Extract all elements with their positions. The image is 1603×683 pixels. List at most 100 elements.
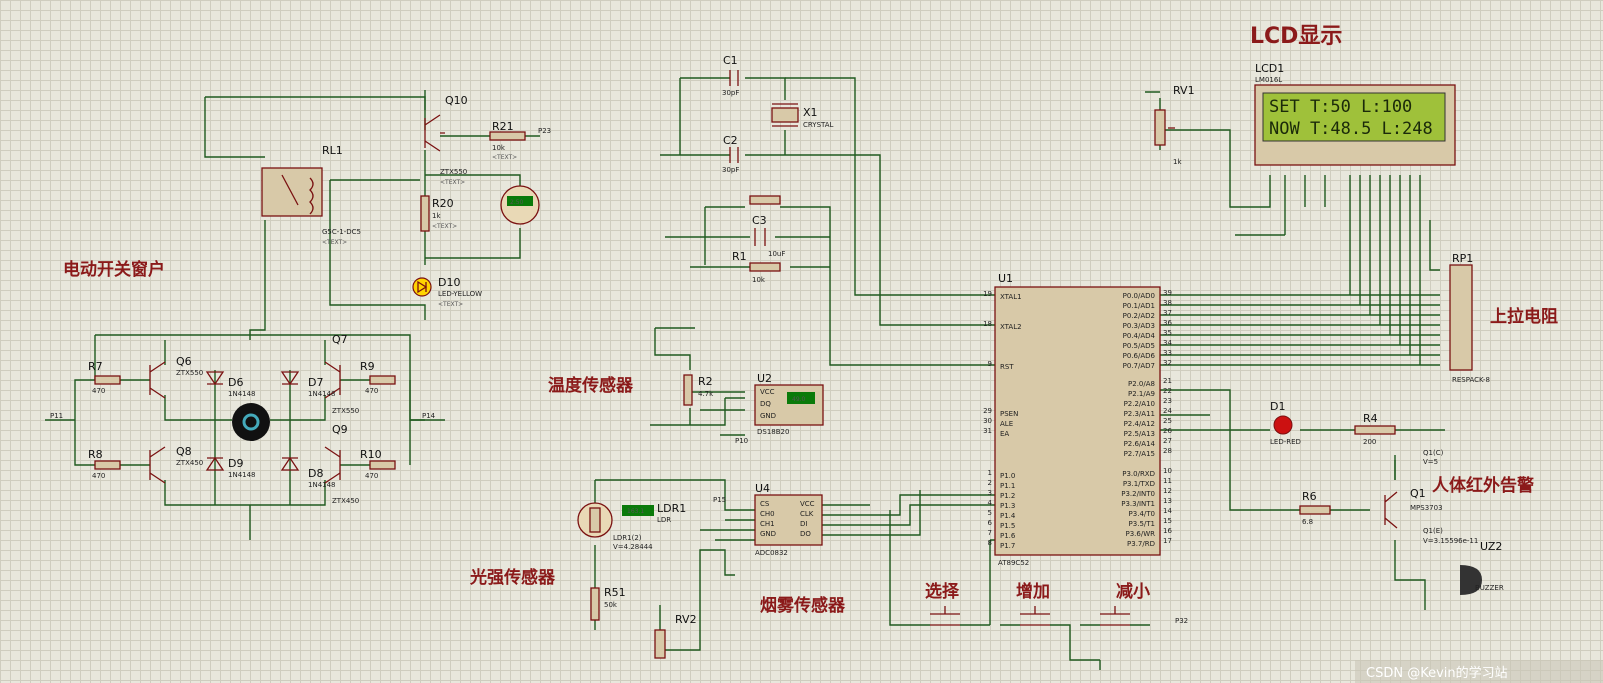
- lcd-ref: LCD1: [1255, 62, 1284, 75]
- q1-label: Q1: [1410, 487, 1426, 500]
- mcu-pin-label-left: EA: [1000, 430, 1009, 438]
- r21-value: 10k: [492, 144, 506, 152]
- u2-label: U2: [757, 372, 772, 385]
- decrease-button[interactable]: [1100, 606, 1130, 626]
- r51-value: 50k: [604, 601, 618, 609]
- button-group: P32: [930, 606, 1188, 626]
- mcu-pin-number-right: 23: [1163, 397, 1172, 405]
- r8-label: R8: [88, 448, 103, 461]
- wires: [45, 77, 1445, 670]
- led-d10: D10 LED-YELLOW <TEXT>: [412, 276, 482, 308]
- d9-part: 1N4148: [228, 471, 256, 479]
- mcu-pin-number-left: 5: [988, 509, 992, 517]
- d1-part: LED-RED: [1270, 438, 1301, 446]
- q10-part: ZTX550: [440, 168, 467, 176]
- q1e-probe: Q1(E): [1423, 527, 1443, 535]
- mcu-pin-number-right: 11: [1163, 477, 1172, 485]
- title-temp: 温度传感器: [548, 375, 634, 396]
- rp1-part: RESPACK-8: [1452, 376, 1490, 384]
- svg-text:2.50: 2.50: [510, 199, 524, 206]
- mcu-pin-label-left: RST: [1000, 363, 1014, 371]
- q9-label: Q9: [332, 423, 348, 436]
- c3-value: 10uF: [768, 250, 785, 258]
- r10-label: R10: [360, 448, 382, 461]
- mcu-pin-label-right: P0.0/AD0: [1123, 292, 1155, 300]
- c1-value: 30pF: [722, 89, 739, 97]
- increase-button[interactable]: [1020, 606, 1050, 626]
- title-window: 电动开关窗户: [63, 259, 165, 280]
- title-pir: 人体红外告警: [1432, 475, 1534, 496]
- mcu-pin-number-right: 13: [1163, 497, 1172, 505]
- d8-label: D8: [308, 467, 323, 480]
- mcu-pin-label-right: P0.2/AD2: [1123, 312, 1155, 320]
- q8-part: ZTX450: [176, 459, 203, 467]
- label-decrease: 减小: [1116, 581, 1150, 602]
- mcu-pin-number-left: 4: [988, 499, 993, 507]
- oscillator: C1 30pF C2 30pF X1 CRYSTAL C3 10uF R1 10…: [722, 54, 834, 284]
- r20-text: <TEXT>: [432, 223, 457, 230]
- mcu-pin-number-right: 28: [1163, 447, 1172, 455]
- rl1-part: G5C-1-DC5: [322, 228, 361, 236]
- temp-sensor-u2: 49.0 VCC DQ GND U2 DS18B20 R2 4.7k P10: [683, 372, 824, 445]
- r1-value: 10k: [752, 276, 766, 284]
- c2-label: C2: [723, 134, 738, 147]
- d7-part: 1N4148: [308, 390, 336, 398]
- title-pullup: 上拉电阻: [1490, 306, 1558, 327]
- c1-label: C1: [723, 54, 738, 67]
- mcu-part: AT89C52: [998, 559, 1029, 567]
- uz2-part: BUZZER: [1475, 584, 1504, 592]
- mcu-pin-number-right: 35: [1163, 329, 1172, 337]
- mcu-pin-number-right: 21: [1163, 377, 1172, 385]
- mcu-pin-number-right: 33: [1163, 349, 1172, 357]
- select-button[interactable]: [930, 606, 960, 626]
- mcu-pin-number-right: 34: [1163, 339, 1172, 347]
- mcu-pin-label-right: P3.1/TXD: [1123, 480, 1155, 488]
- net-p10-u2: P10: [735, 437, 748, 445]
- mcu-pin-label-right: P2.3/A11: [1124, 410, 1155, 418]
- mcu-pin-label-right: P3.6/WR: [1126, 530, 1156, 538]
- u4-part: ADC0832: [755, 549, 788, 557]
- mcu-pin-number-right: 32: [1163, 359, 1172, 367]
- svg-text:CS: CS: [760, 500, 770, 508]
- mcu-pin-label-right: P2.4/A12: [1124, 420, 1155, 428]
- mcu-pin-label-left: P1.1: [1000, 482, 1015, 490]
- r20-value: 1k: [432, 212, 441, 220]
- q10-label: Q10: [445, 94, 468, 107]
- svg-text:CLK: CLK: [800, 510, 814, 518]
- r21-text: <TEXT>: [492, 154, 517, 161]
- relay-rl1: RL1 G5C-1-DC5 <TEXT>: [261, 144, 361, 246]
- mcu-pin-label-left: P1.6: [1000, 532, 1016, 540]
- mcu-pin-number-right: 17: [1163, 537, 1172, 545]
- r7-value: 470: [92, 387, 105, 395]
- u2-reading: 49.0: [792, 396, 806, 403]
- mcu-pin-label-right: P0.4/AD4: [1123, 332, 1156, 340]
- mcu-pin-number-right: 25: [1163, 417, 1172, 425]
- q9-part: ZTX450: [332, 497, 359, 505]
- rv2-label: RV2: [675, 613, 697, 626]
- rv1-label: RV1: [1173, 84, 1195, 97]
- d10-part: LED-YELLOW: [438, 290, 482, 298]
- title-light: 光强传感器: [469, 567, 556, 588]
- rp1-label: RP1: [1452, 252, 1473, 265]
- x1-label: X1: [803, 106, 818, 119]
- mcu-pin-number-right: 12: [1163, 487, 1172, 495]
- mcu-pin-label-left: P1.2: [1000, 492, 1015, 500]
- title-smoke: 烟雾传感器: [760, 595, 846, 616]
- net-p32-btn: P32: [1175, 617, 1188, 625]
- mcu-pin-number-right: 39: [1163, 289, 1172, 297]
- r51-label: R51: [604, 586, 626, 599]
- rl1-text: <TEXT>: [322, 239, 347, 246]
- watermark: CSDN @Kevin的学习站: [1366, 665, 1508, 681]
- mcu-pin-label-left: XTAL1: [1000, 293, 1022, 301]
- resistor-r21: R21 10k <TEXT> P23: [489, 120, 551, 161]
- q7-part: ZTX550: [332, 407, 359, 415]
- mcu-pin-number-right: 26: [1163, 427, 1172, 435]
- resistor-r20: R20 1k <TEXT>: [420, 195, 457, 232]
- r21-label: R21: [492, 120, 514, 133]
- mcu-pin-number-left: 1: [988, 469, 992, 477]
- q1e-value: V=3.15596e-11: [1423, 537, 1478, 545]
- r21-net: P23: [538, 127, 551, 135]
- label-select: 选择: [925, 581, 960, 602]
- mcu-pin-label-left: P1.7: [1000, 542, 1015, 550]
- label-increase: 增加: [1016, 581, 1050, 602]
